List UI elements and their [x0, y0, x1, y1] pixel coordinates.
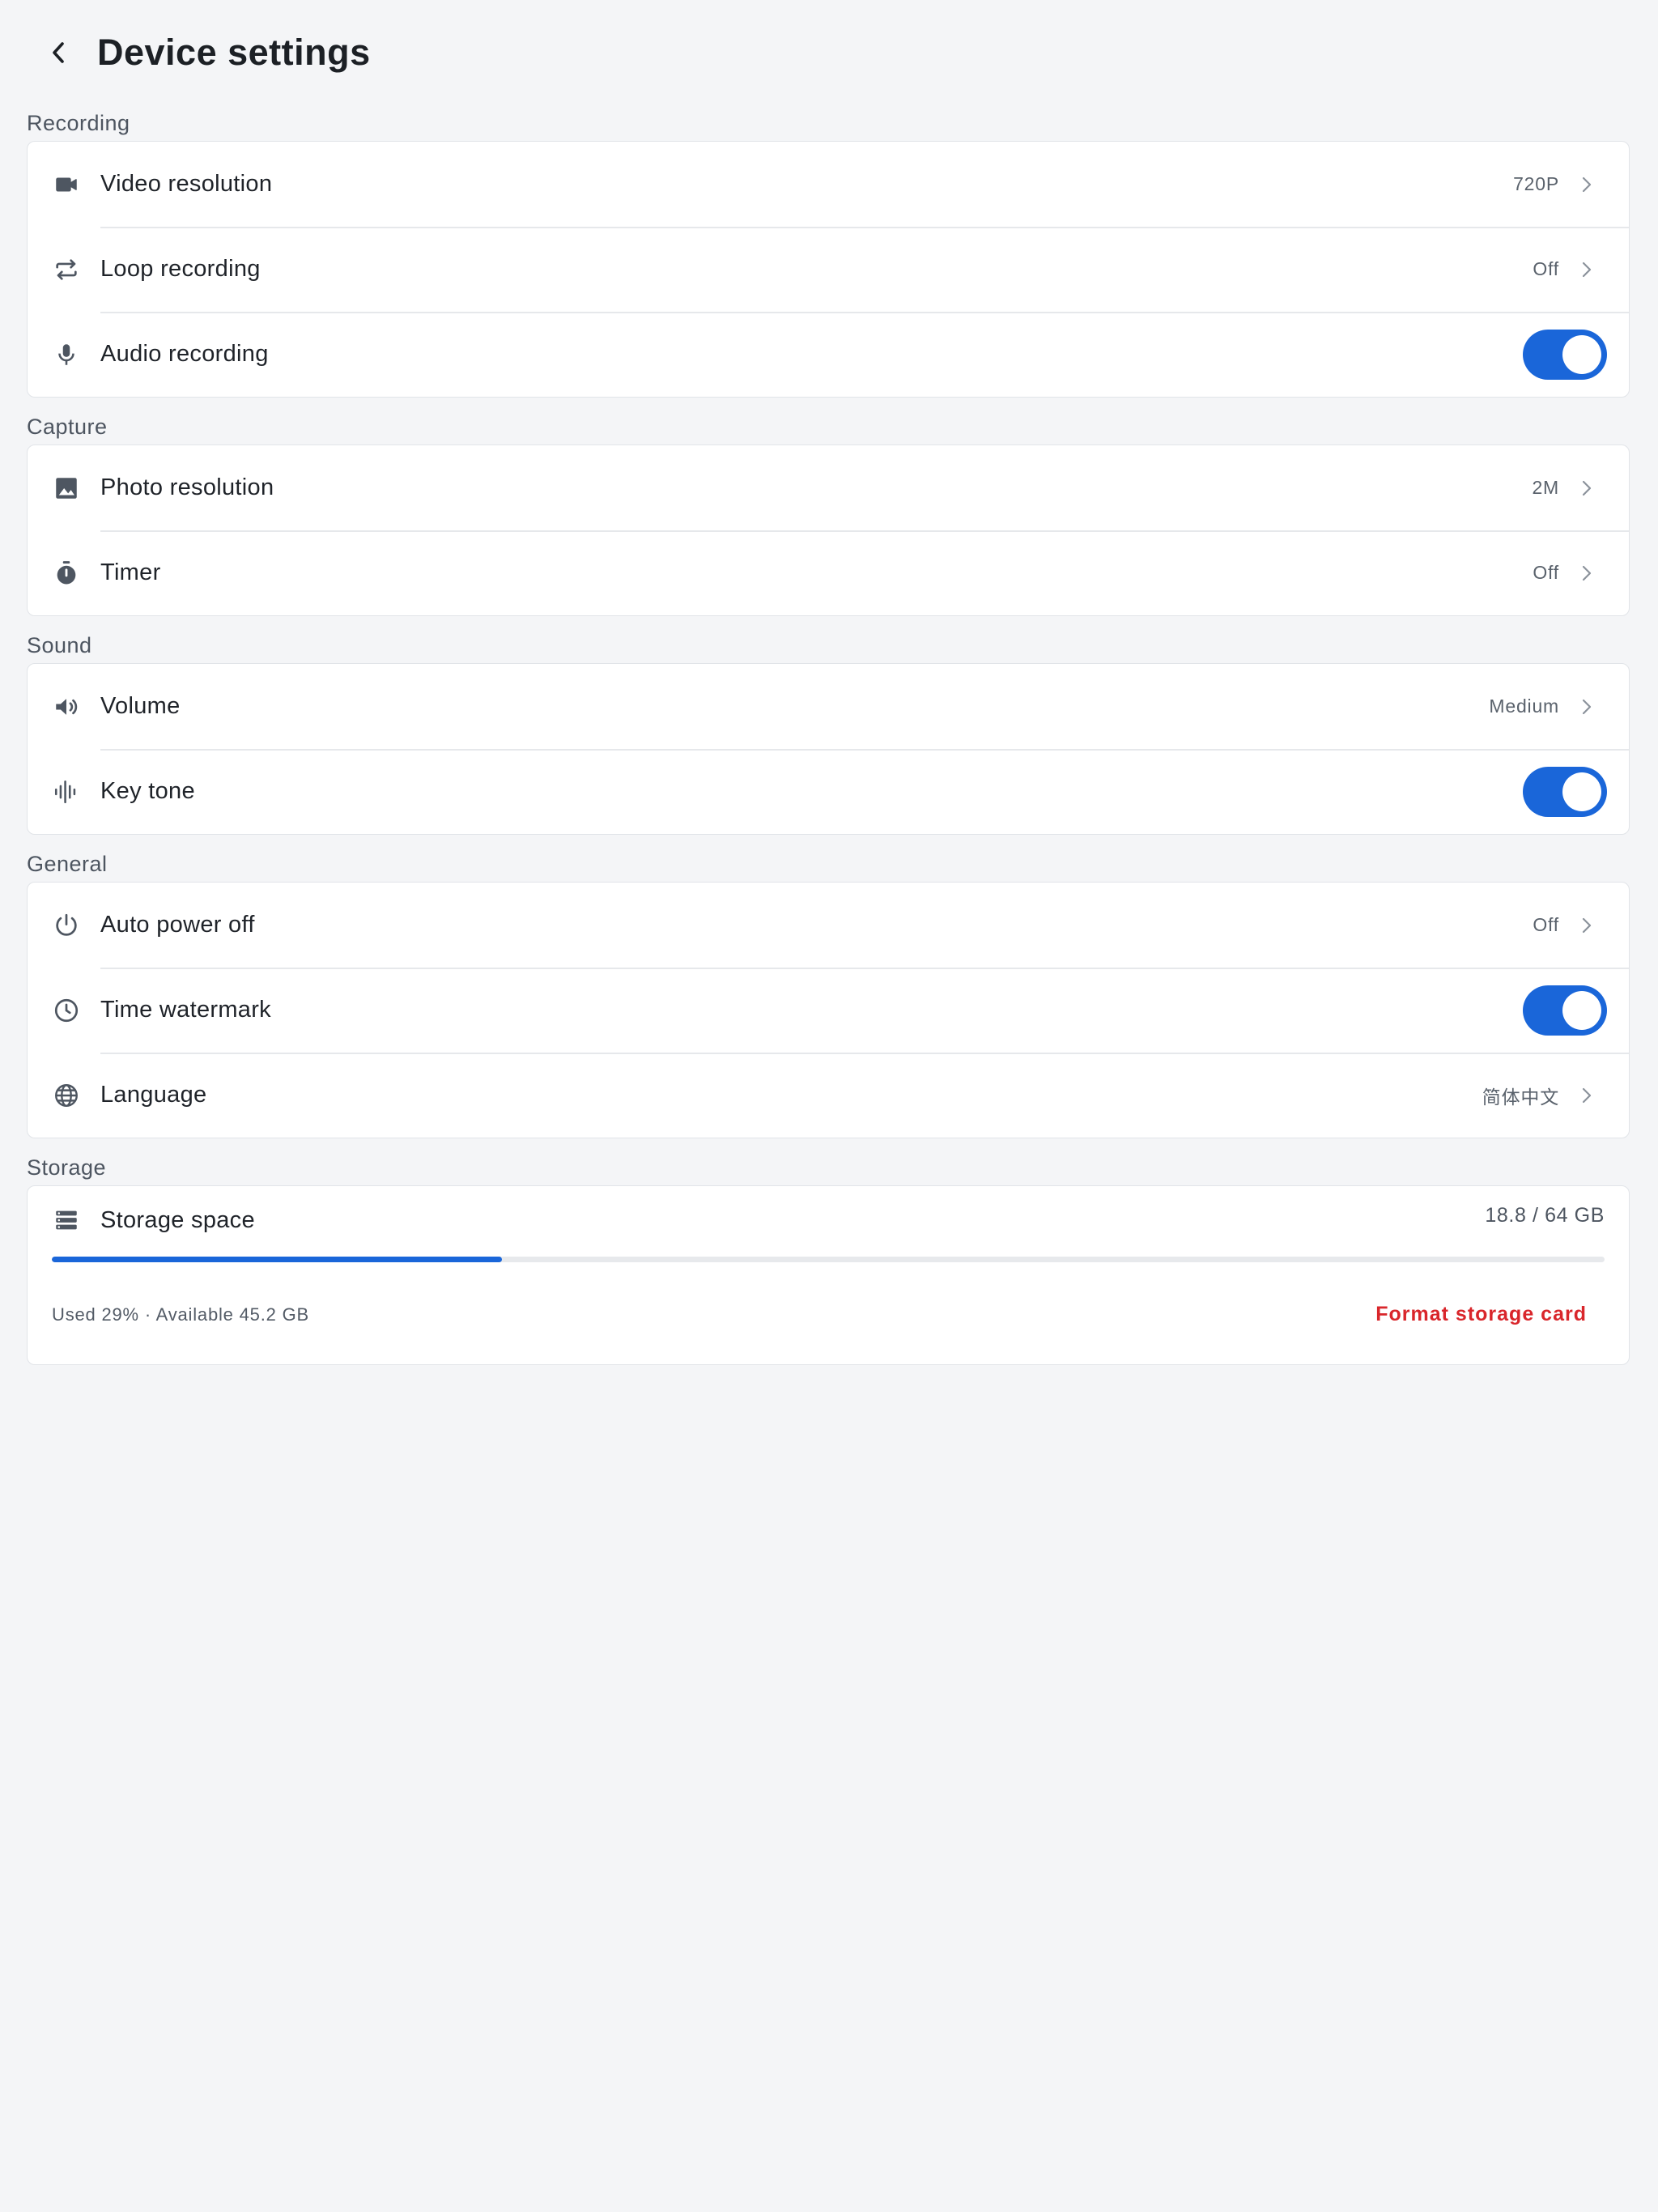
storage-label: Storage space	[100, 1206, 255, 1233]
section-label-sound: Sound	[27, 633, 92, 657]
card-recording: Video resolution 720P Loop recording Off…	[27, 141, 1630, 398]
chevron-right-icon	[1577, 916, 1596, 935]
row-label: Time watermark	[100, 997, 271, 1023]
toggle-knob	[1562, 990, 1601, 1030]
row-audio-recording[interactable]: Audio recording	[28, 312, 1629, 397]
storage-progress-bar	[52, 1257, 1605, 1262]
card-sound: Volume Medium Key tone	[27, 663, 1630, 835]
chevron-right-icon	[1577, 697, 1596, 717]
card-storage: Storage space 18.8 / 64 GB Used 29% · Av…	[27, 1185, 1630, 1365]
globe-icon	[52, 1081, 81, 1110]
card-general: Auto power off Off Time watermark Langua…	[27, 882, 1630, 1138]
chevron-right-icon	[1577, 564, 1596, 583]
audio-recording-toggle[interactable]	[1523, 329, 1607, 380]
row-value: Off	[1533, 258, 1559, 279]
row-label: Auto power off	[100, 912, 255, 938]
row-value: 简体中文	[1482, 1086, 1559, 1108]
image-icon	[52, 474, 81, 503]
chevron-right-icon	[1577, 479, 1596, 498]
microphone-icon	[52, 340, 81, 369]
row-value: Medium	[1489, 696, 1559, 717]
video-camera-icon	[52, 170, 81, 199]
row-value: 2M	[1532, 477, 1559, 498]
page-title: Device settings	[97, 32, 371, 73]
chevron-right-icon	[1577, 260, 1596, 279]
row-label: Photo resolution	[100, 474, 274, 500]
section-label-storage: Storage	[27, 1155, 107, 1180]
row-time-watermark[interactable]: Time watermark	[28, 968, 1629, 1053]
row-label: Video resolution	[100, 171, 273, 197]
section-label-recording: Recording	[27, 111, 130, 135]
row-auto-power-off[interactable]: Auto power off Off	[28, 883, 1629, 968]
row-label: Timer	[100, 559, 161, 585]
chevron-right-icon	[1577, 175, 1596, 194]
chevron-left-icon	[53, 42, 64, 63]
row-label: Audio recording	[100, 341, 269, 367]
row-value: Off	[1533, 914, 1559, 935]
clock-icon	[52, 996, 81, 1025]
timer-icon	[52, 559, 81, 588]
card-capture: Photo resolution 2M Timer Off	[27, 445, 1630, 616]
row-label: Volume	[100, 693, 181, 719]
row-language[interactable]: Language 简体中文	[28, 1053, 1629, 1138]
row-label: Key tone	[100, 778, 195, 804]
chevron-right-icon	[1577, 1086, 1596, 1105]
row-photo-resolution[interactable]: Photo resolution 2M	[28, 445, 1629, 530]
row-value: Off	[1533, 562, 1559, 583]
storage-caption: Used 29% · Available 45.2 GB	[52, 1304, 309, 1325]
toggle-knob	[1562, 334, 1601, 374]
row-loop-recording[interactable]: Loop recording Off	[28, 227, 1629, 312]
key-tone-toggle[interactable]	[1523, 766, 1607, 817]
storage-amount: 18.8 / 64 GB	[1485, 1204, 1605, 1227]
storage-icon	[52, 1206, 81, 1235]
row-label: Loop recording	[100, 256, 261, 282]
power-icon	[52, 911, 81, 940]
row-timer[interactable]: Timer Off	[28, 530, 1629, 615]
section-label-general: General	[27, 852, 108, 876]
row-volume[interactable]: Volume Medium	[28, 664, 1629, 749]
back-button[interactable]	[42, 36, 74, 69]
row-label: Language	[100, 1082, 207, 1108]
storage-progress-fill	[52, 1257, 503, 1262]
section-label-capture: Capture	[27, 415, 108, 439]
row-key-tone[interactable]: Key tone	[28, 749, 1629, 834]
header: Device settings	[0, 0, 1658, 105]
time-watermark-toggle[interactable]	[1523, 985, 1607, 1036]
speaker-icon	[52, 692, 81, 721]
waveform-icon	[52, 777, 81, 806]
row-value: 720P	[1513, 173, 1559, 194]
toggle-knob	[1562, 772, 1601, 811]
format-storage-button[interactable]: Format storage card	[1375, 1303, 1587, 1326]
row-video-resolution[interactable]: Video resolution 720P	[28, 142, 1629, 227]
loop-icon	[52, 255, 81, 284]
